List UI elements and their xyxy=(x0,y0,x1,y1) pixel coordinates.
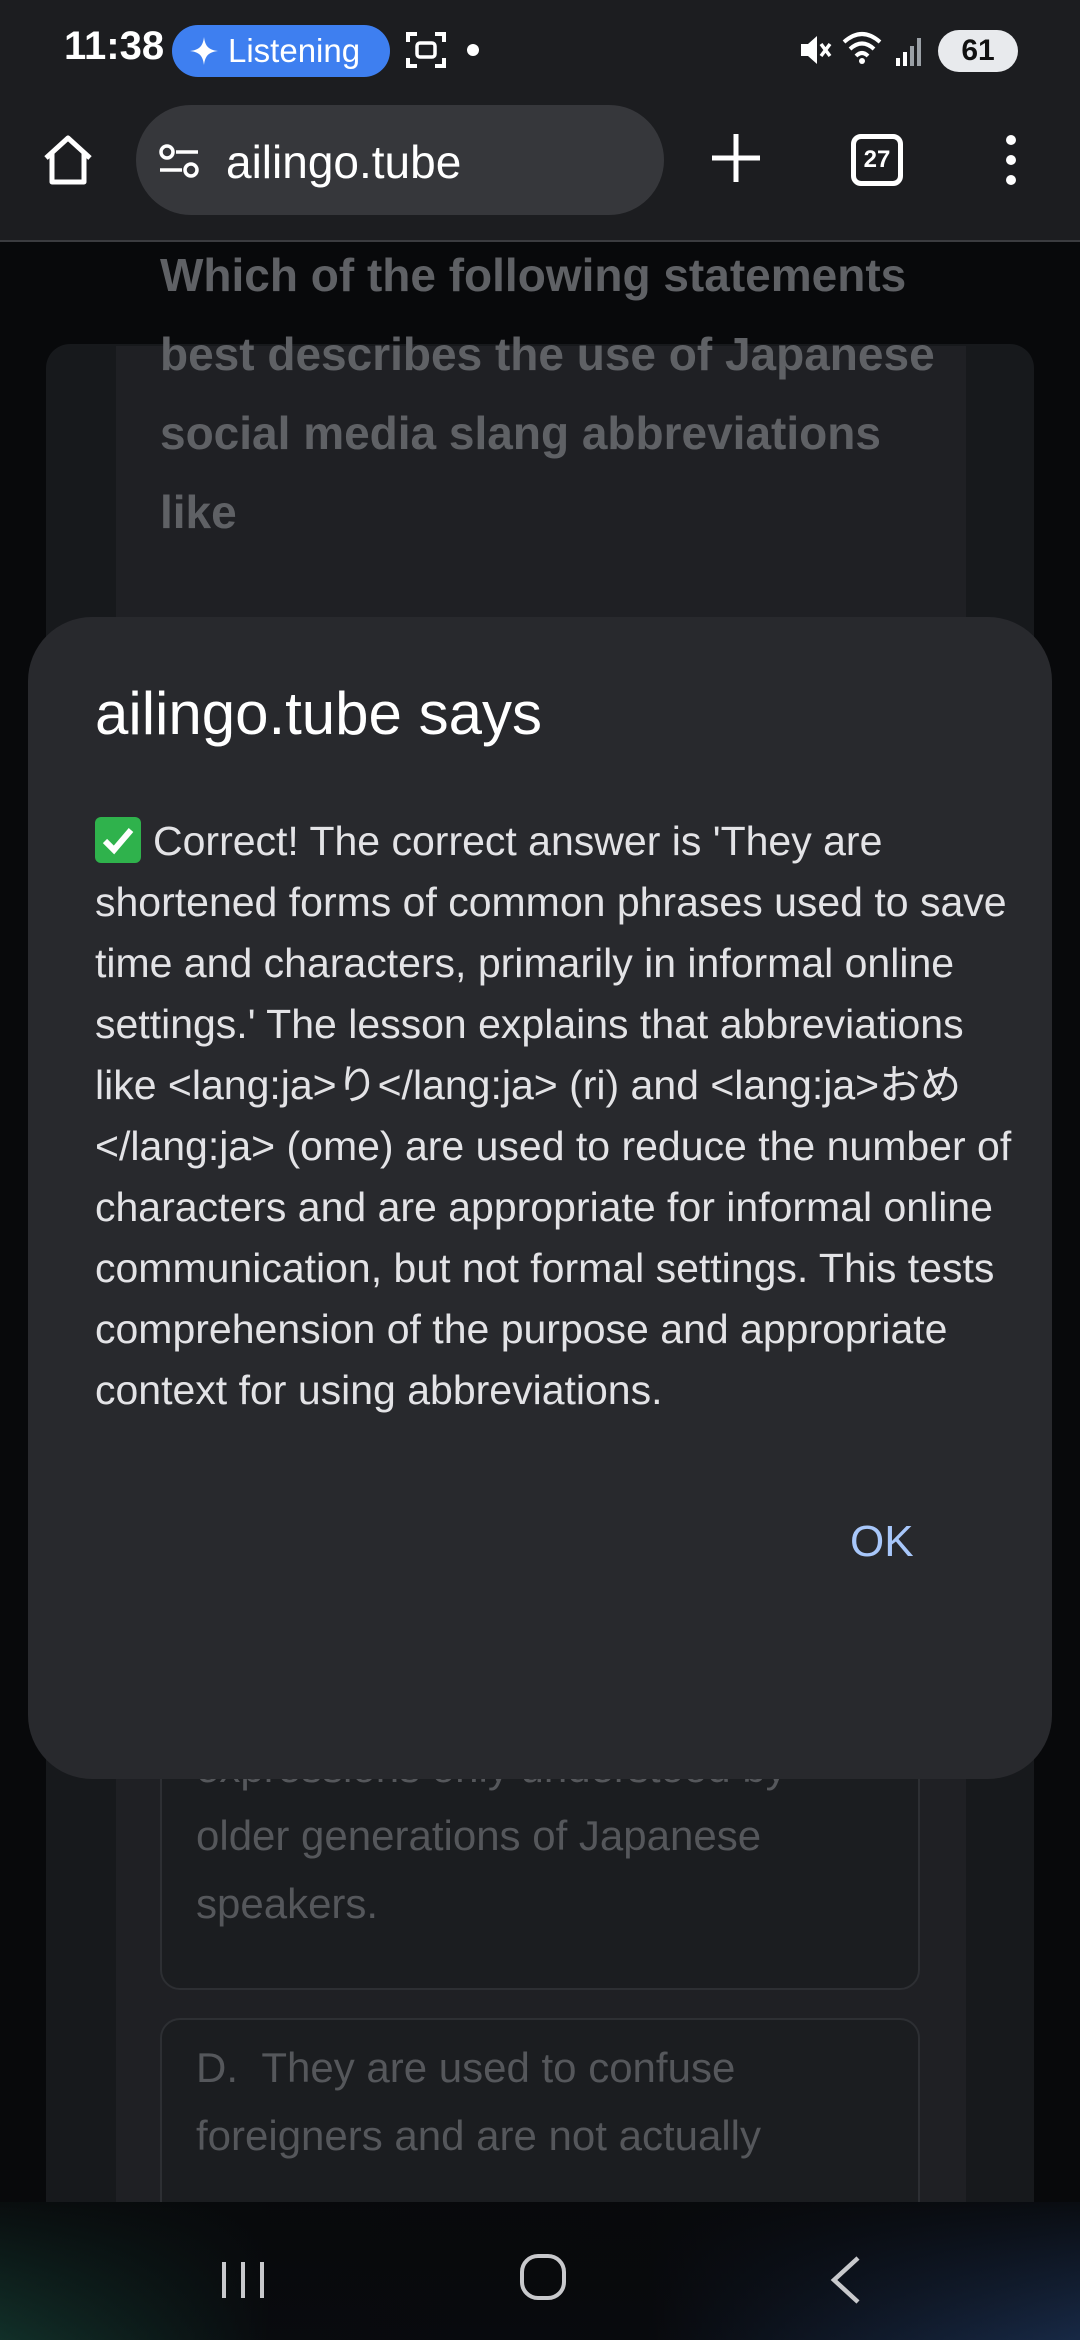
battery-indicator: 61 xyxy=(938,30,1018,72)
site-settings-icon[interactable] xyxy=(158,143,200,179)
answer-option-d[interactable]: D. They are used to confuse foreigners a… xyxy=(160,2018,920,2202)
mute-icon xyxy=(801,36,832,64)
listening-label: Listening xyxy=(228,32,361,69)
nav-back-icon[interactable] xyxy=(826,2254,866,2306)
notification-dot xyxy=(467,44,479,56)
tab-switcher-icon[interactable]: 27 xyxy=(851,134,903,186)
system-nav-bar xyxy=(0,2202,1080,2340)
screen-capture-icon xyxy=(406,32,446,68)
browser-toolbar: ailingo.tube 27 xyxy=(0,100,1080,242)
option-d-letter: D. xyxy=(196,2044,238,2091)
dialog-message-text: Correct! The correct answer is 'They are… xyxy=(95,818,1012,1413)
nav-home-icon[interactable] xyxy=(518,2252,568,2302)
sparkle-icon xyxy=(190,37,218,65)
more-vert-icon[interactable] xyxy=(996,130,1026,190)
status-bar: 11:38 Listening 61 xyxy=(0,0,1080,100)
clock: 11:38 xyxy=(64,24,165,68)
signal-icon xyxy=(896,38,921,66)
url-text: ailingo.tube xyxy=(226,136,462,188)
address-bar[interactable]: ailingo.tube xyxy=(136,105,664,215)
ok-button[interactable]: OK xyxy=(850,1517,914,1567)
question-text: Which of the following statements best d… xyxy=(160,249,935,538)
option-d-text: They are used to confuse foreigners and … xyxy=(196,2044,762,2159)
home-icon[interactable] xyxy=(38,130,98,190)
listening-indicator[interactable]: Listening xyxy=(172,25,390,77)
alert-dialog: ailingo.tube says Correct! The correct a… xyxy=(28,617,1052,1779)
dialog-title: ailingo.tube says xyxy=(95,680,542,747)
plus-icon[interactable] xyxy=(708,130,764,186)
dialog-message: Correct! The correct answer is 'They are… xyxy=(95,811,1015,1421)
wifi-icon xyxy=(842,32,882,64)
check-icon xyxy=(95,817,141,863)
recent-apps-icon[interactable] xyxy=(218,2258,268,2302)
